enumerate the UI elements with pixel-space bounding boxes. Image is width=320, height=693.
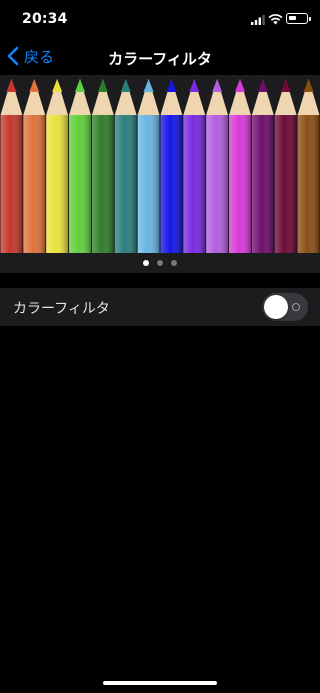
pencil-tip [166,79,177,92]
page-dot[interactable] [143,260,149,266]
pencil-tip [280,79,291,92]
pencil-tip [74,79,86,92]
pencil-tip [189,79,200,92]
color-filter-label: カラーフィルタ [13,301,110,317]
pencil-tip [6,79,17,92]
wifi-icon [268,14,283,25]
pencil-tip [234,79,246,92]
pencil-tip [120,79,131,92]
pencil-tip [143,79,154,92]
cellular-signal-icon [251,15,265,25]
battery-icon [286,13,311,24]
status-time: 20:34 [22,11,68,27]
battery-level [289,16,296,20]
toggle-off-icon [292,303,300,311]
status-bar: 20:34 [0,0,320,40]
page-dot[interactable] [157,260,163,266]
colored-pencils-illustration [0,79,320,253]
pencil-tip [212,79,223,92]
color-filter-toggle[interactable] [262,293,308,321]
color-pencils-banner[interactable] [0,75,320,253]
home-indicator[interactable] [103,681,217,685]
page-indicator[interactable] [0,253,320,273]
pencil-tip [29,79,40,92]
toggle-knob [264,295,288,319]
page-title: カラーフィルタ [108,50,212,68]
pencil-tip [97,79,108,92]
pencil-tip [52,79,63,92]
pencil-tip [303,79,314,92]
navigation-bar: 戻る カラーフィルタ [0,40,320,74]
page-dot[interactable] [171,260,177,266]
pencil-tip [257,79,268,92]
